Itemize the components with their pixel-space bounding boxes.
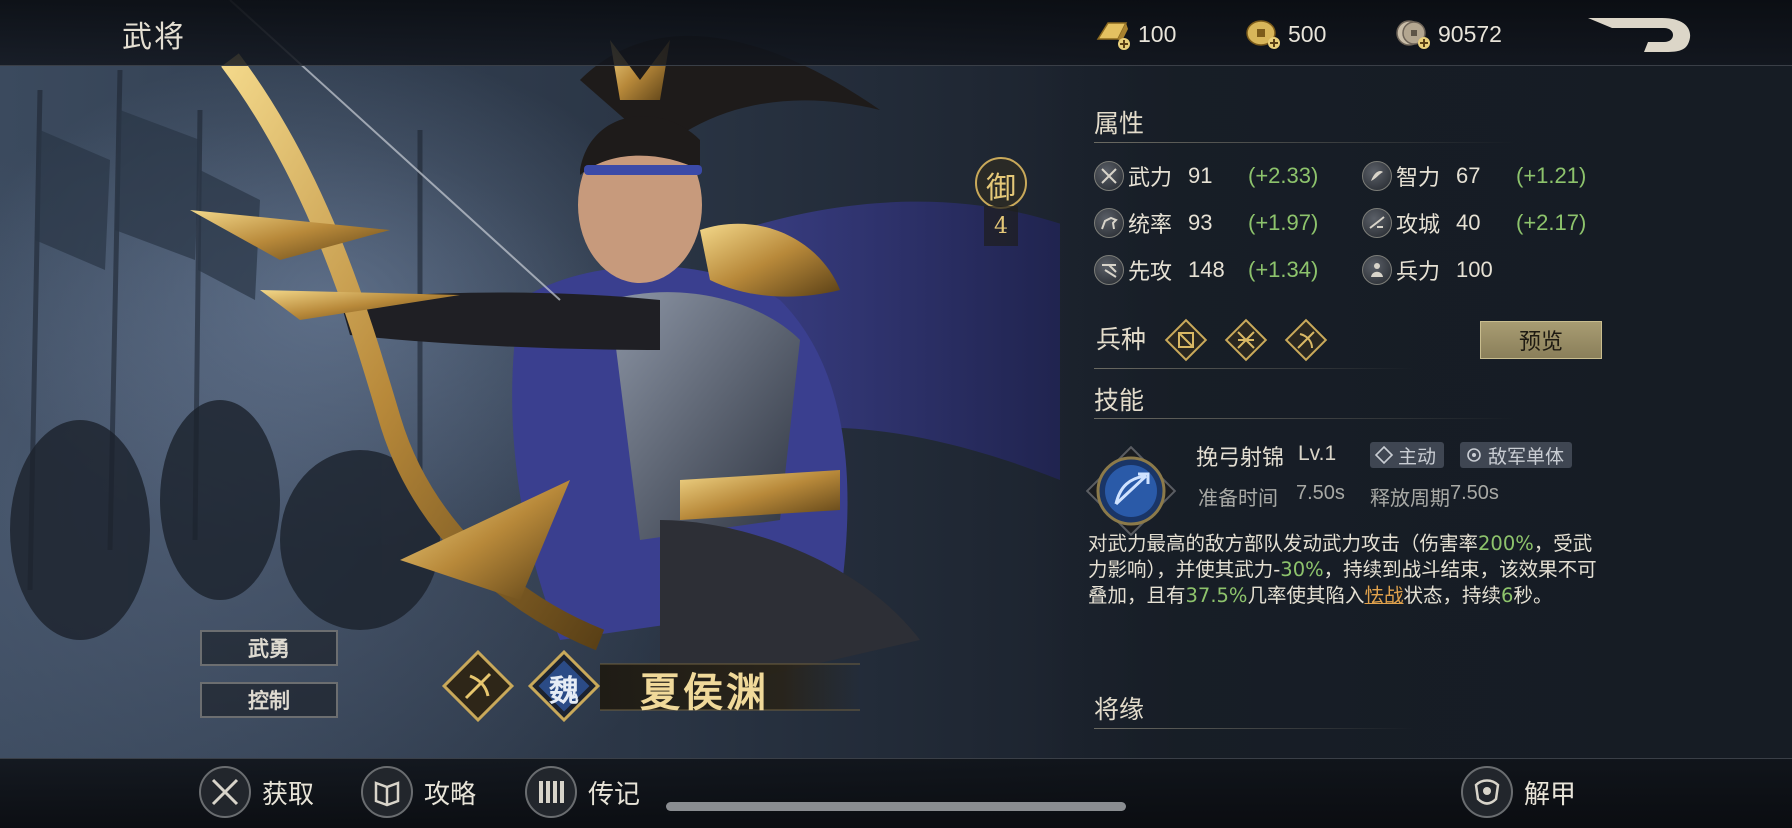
page-title: 武将	[122, 20, 186, 55]
back-arrow-icon[interactable]	[1584, 10, 1698, 58]
skill-level: Lv.1	[1298, 442, 1337, 465]
skill-tag-active: 主动	[1370, 442, 1445, 468]
stat-intelligence: 智力 67 (+1.21)	[1362, 158, 1586, 194]
scroll-icon	[1362, 161, 1392, 191]
divider	[1094, 368, 1414, 369]
stat-initiative: 先攻 148 (+1.34)	[1094, 252, 1318, 288]
troops-title: 兵种	[1096, 325, 1147, 354]
horse-icon	[1094, 208, 1124, 238]
armor-icon	[1461, 766, 1513, 818]
disband-button[interactable]: 解甲	[1460, 764, 1576, 820]
prep-time-label: 准备时间	[1198, 486, 1278, 510]
preview-button[interactable]: 预览	[1480, 321, 1602, 359]
prep-time-value: 7.50s	[1296, 482, 1345, 504]
skill-description: 对武力最高的敌方部队发动武力攻击（伤害率200%，受武力影响），并使其武力-30…	[1088, 532, 1597, 607]
top-bar	[0, 0, 1792, 66]
guide-button[interactable]: 攻略	[360, 764, 476, 820]
sword-icon	[1094, 161, 1124, 191]
archer-troop-icon[interactable]	[1284, 318, 1328, 362]
trait-valor[interactable]: 武勇	[200, 630, 338, 666]
attributes-title: 属性	[1094, 109, 1145, 138]
stat-command: 统率 93 (+1.97)	[1094, 205, 1318, 241]
hero-rank-label: 御	[986, 171, 1016, 206]
cavalry-troop-icon[interactable]	[1224, 318, 1268, 362]
skill-name: 挽弓射锦	[1196, 446, 1285, 471]
resource-gold-bar[interactable]: 100	[1094, 16, 1176, 52]
resource-gold-coin[interactable]: 500	[1244, 16, 1326, 52]
skills-title: 技能	[1094, 386, 1145, 415]
shield-troop-icon[interactable]	[1164, 318, 1208, 362]
copper-coin-count: 90572	[1438, 20, 1502, 47]
gold-bar-count: 100	[1138, 20, 1177, 47]
gold-bar-icon	[1096, 22, 1130, 50]
cycle-value: 7.50s	[1450, 482, 1499, 504]
divider	[1094, 142, 1514, 143]
gold-coin-icon	[1246, 20, 1280, 49]
fate-title: 将缘	[1094, 695, 1145, 724]
obtain-button[interactable]: 获取	[198, 764, 314, 820]
stat-troops: 兵力 100	[1362, 252, 1516, 288]
hero-name: 夏侯渊	[640, 669, 769, 716]
book-icon	[361, 766, 413, 818]
bow-skill-icon[interactable]	[1086, 446, 1176, 536]
home-indicator[interactable]	[666, 802, 1126, 811]
faction-glyph: 魏	[549, 674, 579, 709]
bamboo-scroll-icon	[525, 766, 577, 818]
skill-tag-target: 敌军单体	[1460, 442, 1573, 468]
target-icon	[1467, 448, 1481, 462]
biography-button[interactable]: 传记	[524, 764, 640, 820]
crossed-swords-icon	[199, 766, 251, 818]
copper-coin-icon	[1396, 20, 1430, 49]
panel-shade	[1040, 0, 1792, 828]
hero-rank-value: 4	[994, 214, 1008, 239]
stat-siege: 攻城 40 (+2.17)	[1362, 205, 1586, 241]
bow-class-icon	[441, 650, 515, 722]
gold-coin-count: 500	[1288, 20, 1327, 47]
siege-icon	[1362, 208, 1392, 238]
stat-force: 武力 91 (+2.33)	[1094, 158, 1318, 194]
soldier-icon	[1362, 255, 1392, 285]
divider	[1094, 728, 1414, 729]
divider	[1094, 418, 1514, 419]
resource-copper-coin[interactable]: 90572	[1394, 16, 1502, 52]
speed-icon	[1094, 255, 1124, 285]
status-link[interactable]: 怯战	[1364, 584, 1403, 607]
active-diamond-icon	[1374, 445, 1394, 465]
trait-control[interactable]: 控制	[200, 682, 338, 718]
cycle-label: 释放周期	[1370, 486, 1450, 510]
